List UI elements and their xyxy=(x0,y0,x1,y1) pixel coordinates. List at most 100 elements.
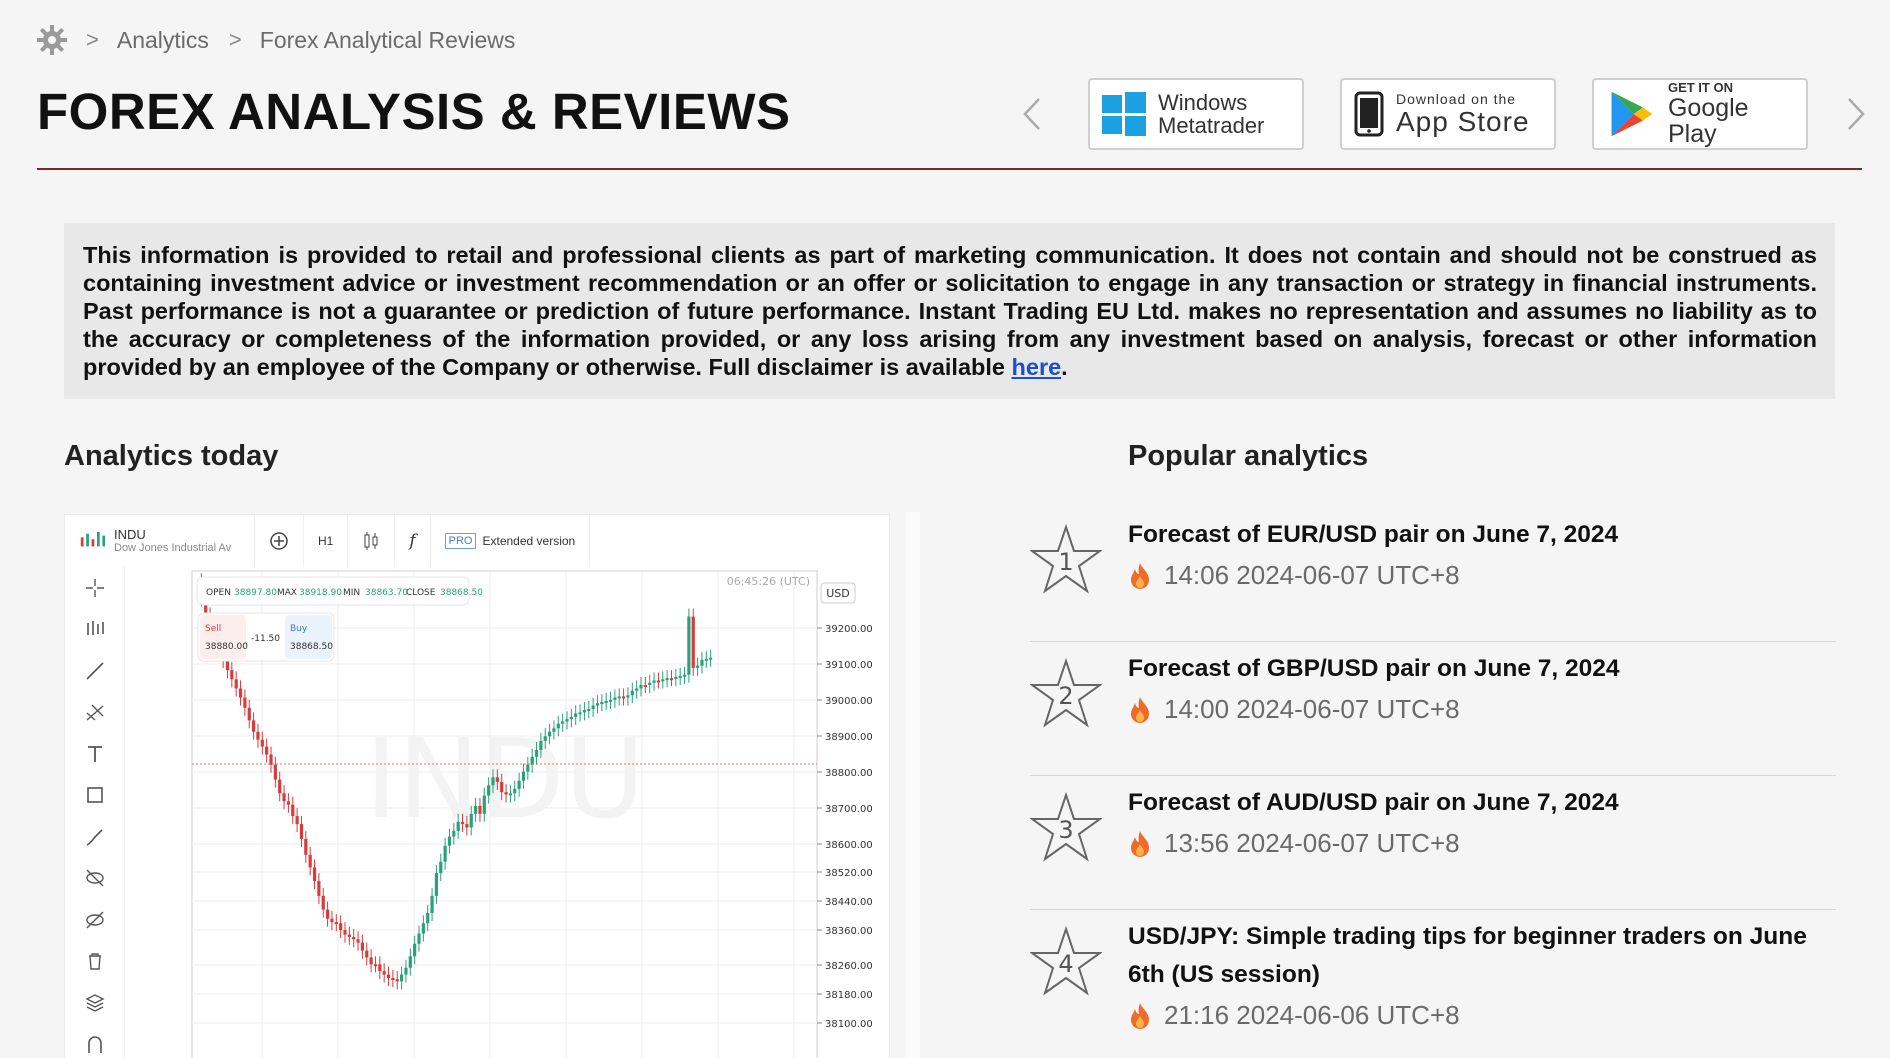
brush-tool[interactable] xyxy=(65,816,125,858)
popular-item-time: 14:06 2024-06-07 UTC+8 xyxy=(1128,560,1836,591)
windows-metatrader-button[interactable]: Windows Metatrader xyxy=(1088,78,1304,150)
hide-indicators-tool[interactable] xyxy=(65,899,125,941)
layers-icon xyxy=(85,993,105,1012)
list-item[interactable]: 2 Forecast of GBP/USD pair on June 7, 20… xyxy=(1030,642,1836,776)
buy-price: 38868.50 xyxy=(290,642,333,652)
list-item[interactable]: 1 Forecast of EUR/USD pair on June 7, 20… xyxy=(1030,508,1836,642)
popular-item-title[interactable]: Forecast of EUR/USD pair on June 7, 2024 xyxy=(1128,516,1836,554)
y-tick-label: 38360.00 xyxy=(825,926,873,937)
fire-icon xyxy=(1131,1002,1149,1029)
chart-scrollbar[interactable] xyxy=(906,512,920,1058)
candle-body xyxy=(600,702,604,705)
candle-body xyxy=(413,943,417,957)
y-tick-label: 38100.00 xyxy=(825,1019,873,1030)
y-tick-label: 39000.00 xyxy=(825,696,873,707)
bars-tool[interactable] xyxy=(65,609,125,651)
candle-body xyxy=(543,736,547,741)
candle-body xyxy=(478,805,482,814)
windows-icon xyxy=(1102,92,1146,136)
rank-number: 4 xyxy=(1058,950,1073,978)
indicators-button[interactable]: f xyxy=(395,515,431,567)
layers-tool[interactable] xyxy=(65,982,125,1024)
disclaimer-link[interactable]: here xyxy=(1012,354,1062,380)
fib-tool[interactable] xyxy=(65,692,125,734)
extended-version-label: Extended version xyxy=(482,534,576,548)
candle-body xyxy=(613,697,617,700)
rectangle-tool[interactable] xyxy=(65,775,125,817)
magnet-tool[interactable] xyxy=(65,1024,125,1058)
star-rank-icon: 3 xyxy=(1030,792,1102,862)
candle-body xyxy=(434,873,439,896)
candles-icon xyxy=(80,532,106,547)
candle-body xyxy=(238,688,243,698)
ohlc-value: 38868.50 xyxy=(440,588,483,598)
trend-line-tool[interactable] xyxy=(65,650,125,692)
text-tool[interactable] xyxy=(65,733,125,775)
brush-icon xyxy=(86,829,103,846)
chart-widget[interactable]: INDU Dow Jones Industrial Av H1 f PRO Ex… xyxy=(64,514,890,1058)
candle-body xyxy=(230,670,234,680)
eye-off-icon xyxy=(86,869,104,887)
chevron-right-icon xyxy=(1848,98,1865,130)
list-item[interactable]: 3 Forecast of AUD/USD pair on June 7, 20… xyxy=(1030,776,1836,910)
candle-body xyxy=(639,685,643,689)
candle-body xyxy=(482,795,486,814)
hide-drawings-tool[interactable] xyxy=(65,858,125,900)
candle-body xyxy=(630,690,634,696)
candle-body xyxy=(652,680,656,683)
candle-body xyxy=(452,830,456,837)
ohlc-label: OPEN xyxy=(206,588,231,598)
carousel-prev-button[interactable] xyxy=(1012,78,1052,150)
time-label: 13:56 2024-06-07 UTC+8 xyxy=(1164,828,1460,858)
rank-number: 3 xyxy=(1058,816,1073,844)
candle-body xyxy=(678,675,682,678)
y-tick-label: 38520.00 xyxy=(825,868,873,879)
breadcrumb: > Analytics > Forex Analytical Reviews xyxy=(36,22,535,58)
candle-body xyxy=(465,824,469,828)
candle-body xyxy=(360,942,365,951)
list-item[interactable]: 4 USD/JPY: Simple trading tips for begin… xyxy=(1030,910,1836,1058)
gear-logo-icon[interactable] xyxy=(36,24,68,56)
price-chart[interactable]: 39200.00 39100.00 39000.00 38900.00 38800.00… xyxy=(125,567,890,1058)
candle-body xyxy=(282,793,286,802)
google-play-icon xyxy=(1611,91,1653,137)
crosshair-tool[interactable] xyxy=(65,567,125,609)
delete-tool[interactable] xyxy=(65,941,125,983)
breadcrumb-item-analytics[interactable]: Analytics xyxy=(117,27,209,54)
candle-body xyxy=(317,881,321,896)
candle-body xyxy=(343,930,347,935)
candle-body xyxy=(369,957,373,965)
candle-body xyxy=(386,974,391,978)
symbol-selector[interactable]: INDU Dow Jones Industrial Av xyxy=(65,515,255,567)
function-icon: f xyxy=(409,531,416,551)
popular-item-title[interactable]: Forecast of GBP/USD pair on June 7, 2024 xyxy=(1128,650,1836,688)
candle-body xyxy=(500,781,504,793)
candle-body xyxy=(656,680,661,683)
candle-body xyxy=(608,699,613,702)
candle-body xyxy=(391,977,395,980)
candle-body xyxy=(312,867,317,882)
candle-body xyxy=(587,708,591,711)
time-label: 14:00 2024-06-07 UTC+8 xyxy=(1164,694,1460,724)
app-store-button[interactable]: Download on the App Store xyxy=(1340,78,1556,150)
chart-type-button[interactable] xyxy=(348,515,396,567)
popular-item-title[interactable]: USD/JPY: Simple trading tips for beginne… xyxy=(1128,918,1836,994)
candle-body xyxy=(526,764,530,772)
breadcrumb-item-forex-reviews[interactable]: Forex Analytical Reviews xyxy=(260,27,516,54)
add-indicator-button[interactable] xyxy=(255,515,304,567)
candle-type-icon xyxy=(364,532,378,550)
timeframe-button[interactable]: H1 xyxy=(304,515,349,567)
popular-item-title[interactable]: Forecast of AUD/USD pair on June 7, 2024 xyxy=(1128,784,1836,822)
symbol-name: Dow Jones Industrial Av xyxy=(114,542,232,555)
candle-body xyxy=(269,754,273,765)
google-play-button[interactable]: GET IT ON Google Play xyxy=(1592,78,1808,150)
popular-list: 1 Forecast of EUR/USD pair on June 7, 20… xyxy=(1030,508,1836,1058)
carousel-next-button[interactable] xyxy=(1836,78,1876,150)
drawing-toolbar xyxy=(65,567,125,1058)
candle-body xyxy=(251,720,256,732)
extended-version-button[interactable]: PRO Extended version xyxy=(431,515,591,567)
candle-body xyxy=(700,659,704,666)
y-tick-label: 38800.00 xyxy=(825,768,873,779)
candle-body xyxy=(695,665,700,668)
rank-number: 1 xyxy=(1058,548,1073,576)
